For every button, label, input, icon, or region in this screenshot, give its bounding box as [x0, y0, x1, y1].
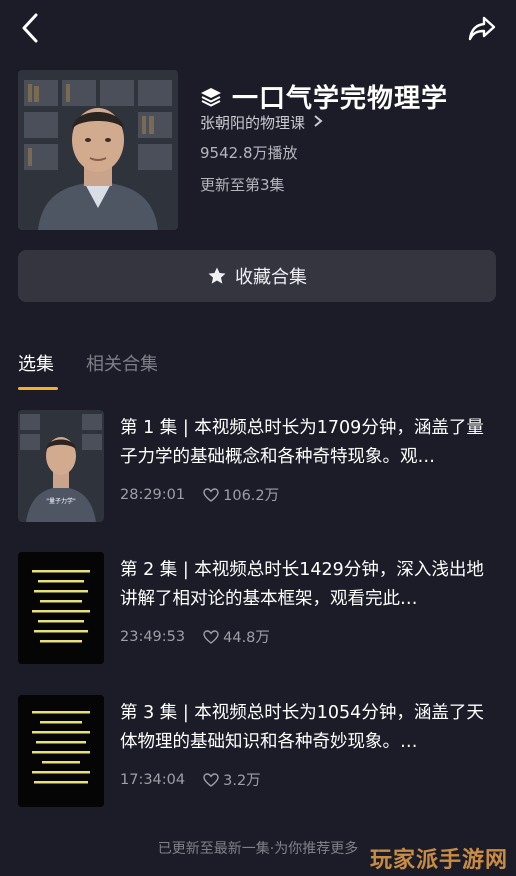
update-status: 更新至第3集 — [200, 176, 285, 194]
episode-item-1[interactable]: "量子力学" 第 1 集 | 本视频总时长为1709分钟，涵盖了量子力学的基础概… — [18, 410, 498, 522]
collect-button-label: 收藏合集 — [235, 267, 307, 288]
collection-cover-image[interactable] — [18, 70, 178, 230]
episode-likes: 44.8万 — [203, 626, 270, 647]
episode-duration: 23:49:53 — [120, 628, 186, 645]
episode-meta: 28:29:01 106.2万 — [120, 484, 279, 505]
play-count: 9542.8万播放 — [200, 144, 298, 162]
episode-meta: 23:49:53 44.8万 — [120, 626, 270, 647]
stack-icon — [201, 87, 221, 107]
episode-item-2[interactable]: 第 2 集 | 本视频总时长1429分钟，深入浅出地讲解了相对论的基本框架，观看… — [18, 552, 498, 664]
back-icon[interactable] — [16, 10, 48, 46]
heart-icon — [203, 772, 219, 787]
author-name[interactable]: 张朝阳的物理课 — [200, 112, 305, 133]
chevron-right-icon[interactable] — [313, 113, 323, 132]
episode-likes: 3.2万 — [203, 769, 261, 790]
episode-title[interactable]: 第 3 集 | 本视频总时长为1054分钟，涵盖了天体物理的基础知识和各种奇妙现… — [120, 699, 498, 757]
collect-collection-button[interactable]: 收藏合集 — [18, 250, 496, 302]
thumbnail-caption: "量子力学" — [46, 498, 76, 505]
episode-meta: 17:34:04 3.2万 — [120, 769, 261, 790]
heart-icon — [203, 629, 219, 644]
episode-title[interactable]: 第 2 集 | 本视频总时长1429分钟，深入浅出地讲解了相对论的基本框架，观看… — [120, 556, 498, 614]
tab-episodes[interactable]: 选集 — [18, 350, 58, 390]
episode-title[interactable]: 第 1 集 | 本视频总时长为1709分钟，涵盖了量子力学的基础概念和各种奇特现… — [120, 414, 498, 472]
episode-likes-count: 3.2万 — [223, 773, 261, 789]
episode-thumbnail[interactable] — [18, 552, 104, 664]
tab-episodes-label: 选集 — [18, 354, 54, 375]
episode-duration: 17:34:04 — [120, 771, 186, 788]
title-row: 一口气学完物理学 — [200, 78, 448, 115]
episode-item-3[interactable]: 第 3 集 | 本视频总时长为1054分钟，涵盖了天体物理的基础知识和各种奇妙现… — [18, 695, 498, 807]
tab-active-indicator — [18, 387, 58, 390]
collection-header: 一口气学完物理学 张朝阳的物理课 9542.8万播放 更新至第3集 — [18, 70, 498, 230]
top-bar — [0, 0, 516, 56]
author-link[interactable]: 张朝阳的物理课 — [200, 112, 323, 133]
collection-title: 一口气学完物理学 — [232, 84, 449, 114]
tab-related-collections[interactable]: 相关合集 — [86, 350, 158, 390]
episode-thumbnail[interactable] — [18, 695, 104, 807]
share-icon[interactable] — [466, 12, 498, 44]
episode-duration: 28:29:01 — [120, 486, 186, 503]
episode-thumbnail[interactable]: "量子力学" — [18, 410, 104, 522]
tab-related-label: 相关合集 — [86, 354, 158, 375]
tab-bar: 选集 相关合集 — [18, 350, 190, 390]
episode-likes-count: 106.2万 — [223, 488, 280, 504]
episode-likes-count: 44.8万 — [223, 630, 270, 646]
watermark-logo: 玩家派手游网 — [369, 848, 508, 873]
star-icon — [208, 267, 226, 284]
episode-likes: 106.2万 — [203, 484, 279, 505]
heart-icon — [203, 487, 219, 502]
